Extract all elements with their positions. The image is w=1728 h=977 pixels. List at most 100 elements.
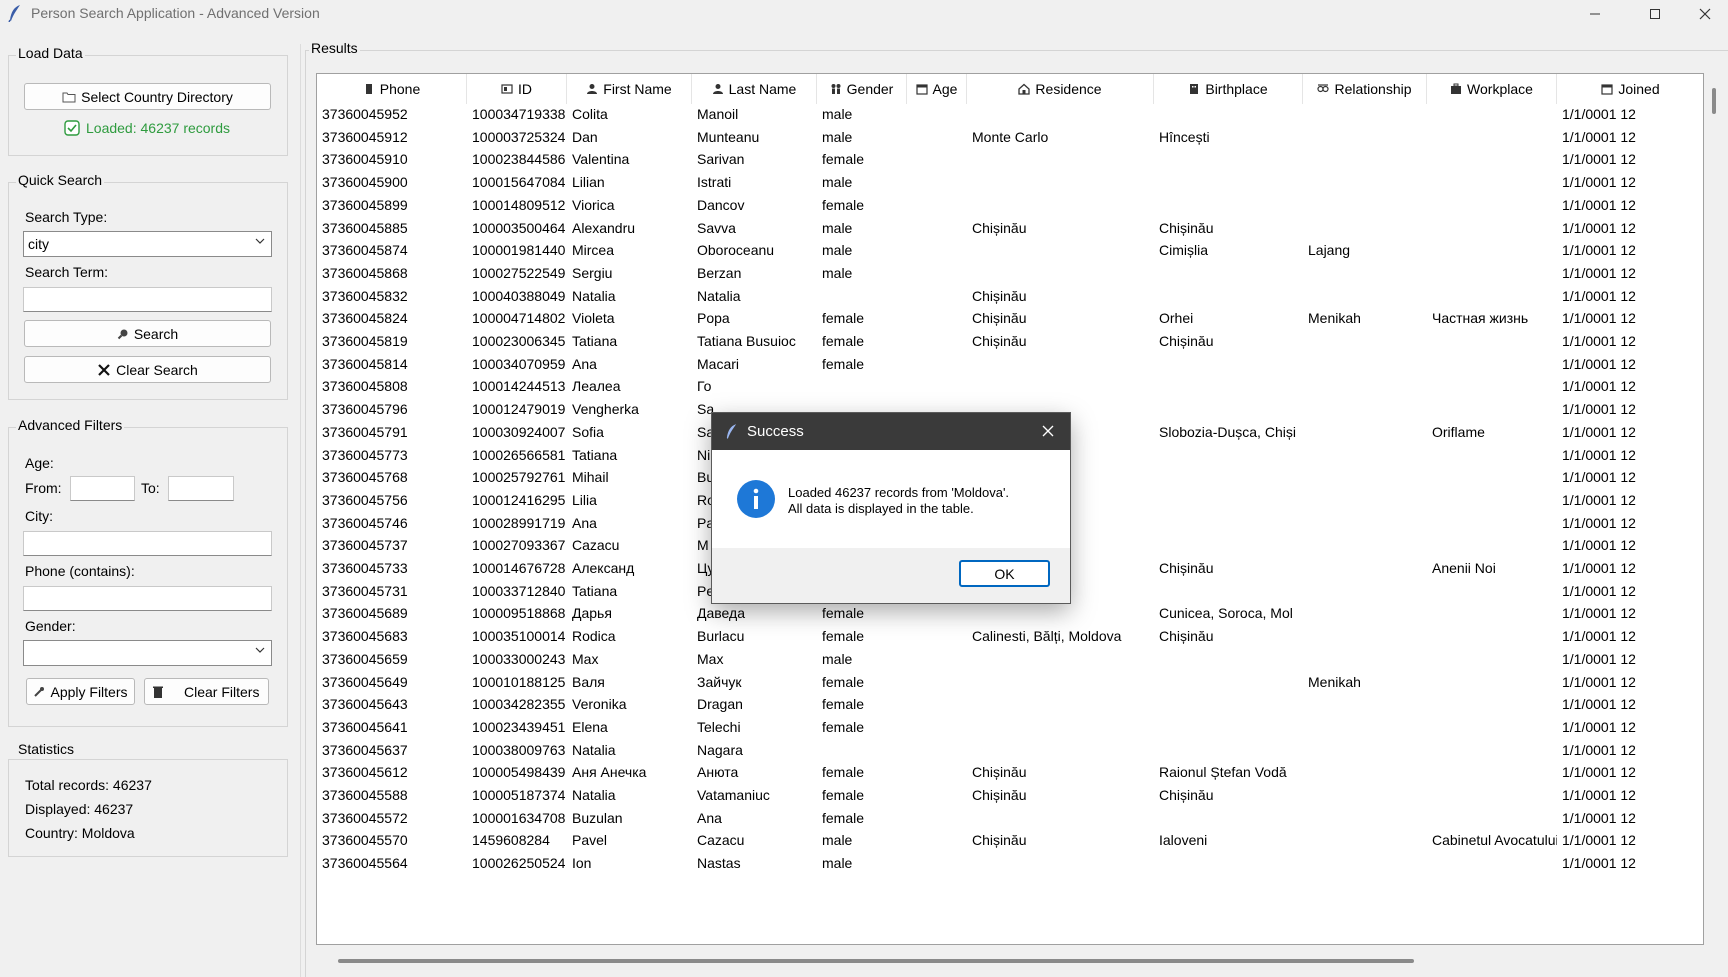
column-header-birthplace[interactable]: Birthplace (1154, 74, 1303, 104)
horizontal-scrollbar[interactable] (338, 959, 1414, 963)
column-header-workplace[interactable]: Workplace (1427, 74, 1557, 104)
loaded-status-text: Loaded: 46237 records (86, 120, 230, 136)
column-header-relationship[interactable]: Relationship (1303, 74, 1427, 104)
close-icon (1042, 425, 1054, 437)
table-row[interactable]: 37360045637 100038009763 Natalia Nagara 1/1/… (317, 738, 1703, 763)
table-cell (1154, 670, 1303, 695)
table-cell: 37360045737 (322, 537, 408, 554)
age-from-input[interactable] (70, 476, 135, 501)
column-header-first-name[interactable]: First Name (567, 74, 692, 104)
apply-filters-button[interactable]: Apply Filters (26, 678, 135, 705)
table-row[interactable]: 37360045952 100034719338 Colita Manoil male 1… (317, 102, 1703, 127)
age-to-input[interactable] (168, 476, 234, 501)
dialog-close-button[interactable] (1036, 419, 1060, 443)
column-header-gender[interactable]: Gender (817, 74, 907, 104)
table-row[interactable]: 37360045832 100040388049 Natalia Natalia Chi… (317, 284, 1703, 309)
table-row[interactable]: 37360045588 100005187374 Natalia Vatamaniuc… (317, 783, 1703, 808)
table-row[interactable]: 37360045819 100023006345 Tatiana Tatiana Bu… (317, 329, 1703, 354)
table-cell: Sofia (572, 423, 604, 440)
table-cell: Macari (697, 355, 740, 372)
minimize-button[interactable] (1572, 0, 1618, 27)
table-cell: 100004714802 (472, 310, 566, 327)
table-row[interactable]: 37360045570 1459608284 Pavel Cazacu male Chiș… (317, 828, 1703, 853)
table-cell (1427, 533, 1557, 558)
vertical-scrollbar[interactable] (1712, 88, 1716, 114)
table-cell: 1/1/0001 12 (1562, 764, 1636, 781)
phone-input[interactable] (23, 586, 272, 611)
table-cell (907, 783, 967, 808)
table-row[interactable]: 37360045912 100003725324 Dan Munteanu male Mo… (317, 125, 1703, 150)
table-cell (1427, 465, 1557, 490)
column-header-age[interactable]: Age (907, 74, 967, 104)
select-country-button[interactable]: Select Country Directory (24, 83, 271, 110)
table-cell: 37360045824 (322, 310, 408, 327)
table-cell (1303, 329, 1427, 354)
table-row[interactable]: 37360045910 100023844586 Valentina Sarivan f… (317, 147, 1703, 172)
table-cell: Ana (697, 809, 722, 826)
table-cell (1154, 738, 1303, 763)
table-row[interactable]: 37360045808 100014244513 Леалеа Го 1/1/0001 … (317, 374, 1703, 399)
column-header-residence[interactable]: Residence (967, 74, 1154, 104)
table-row[interactable]: 37360045689 100009518868 Дарья Даведа female… (317, 601, 1703, 626)
table-row[interactable]: 37360045900 100015647084 Lilian Istrati male… (317, 170, 1703, 195)
table-cell: 37360045868 (322, 264, 408, 281)
table-cell: Леалеа (572, 378, 621, 395)
table-cell (1427, 579, 1557, 604)
table-cell (967, 806, 1154, 831)
table-row[interactable]: 37360045643 100034282355 Veronika Dragan fem… (317, 692, 1703, 717)
table-cell: 37360045588 (322, 787, 408, 803)
table-row[interactable]: 37360045649 100010188125 Валя Зайчук female M… (317, 670, 1703, 695)
column-header-last-name[interactable]: Last Name (692, 74, 817, 104)
feather-icon (726, 424, 737, 439)
table-cell (1303, 147, 1427, 172)
table-row[interactable]: 37360045814 100034070959 Ana Macari female 1/… (317, 352, 1703, 377)
table-row[interactable]: 37360045868 100027522549 Sergiu Berzan male 1… (317, 261, 1703, 286)
table-cell: 100023006345 (472, 333, 566, 349)
search-type-select[interactable]: city (23, 231, 272, 257)
clear-filters-button[interactable]: Clear Filters (144, 678, 269, 705)
table-row[interactable]: 37360045874 100001981440 Mircea Oboroceanu m… (317, 238, 1703, 263)
gender-select[interactable] (23, 640, 272, 666)
table-cell: Валя (572, 673, 605, 690)
table-row[interactable]: 37360045641 100023439451 Elena Telechi femal… (317, 715, 1703, 740)
search-icon (117, 329, 128, 339)
table-row[interactable]: 37360045659 100033000243 Max Max male 1/1/000… (317, 647, 1703, 672)
table-row[interactable]: 37360045564 100026250524 Ion Nastas male 1/1/… (317, 851, 1703, 876)
table-cell (1154, 715, 1303, 740)
table-cell (1303, 624, 1427, 649)
table-cell (1303, 828, 1427, 853)
trash-icon (153, 686, 163, 698)
column-header-joined[interactable]: Joined (1557, 74, 1703, 104)
dialog-message-line2: All data is displayed in the table. (788, 501, 974, 516)
table-cell: Vengherka (572, 401, 639, 418)
clear-search-button[interactable]: Clear Search (24, 356, 271, 383)
close-window-button[interactable] (1682, 0, 1728, 27)
table-cell: Menikah (1308, 673, 1361, 690)
table-cell: 100033712840 (472, 582, 566, 599)
city-input[interactable] (23, 531, 272, 556)
table-row[interactable]: 37360045612 100005498439 Аня Анечка Анюта fe… (317, 760, 1703, 785)
table-cell (1427, 624, 1557, 649)
table-row[interactable]: 37360045572 100001634708 Buzulan Ana female 1… (317, 806, 1703, 831)
search-button[interactable]: Search (24, 320, 271, 347)
table-row[interactable]: 37360045824 100004714802 Violeta Popa female… (317, 306, 1703, 331)
table-cell (1303, 284, 1427, 309)
table-cell: 37360045773 (322, 446, 408, 463)
table-cell: Ialoveni (1159, 832, 1208, 849)
table-cell: 1/1/0001 12 (1562, 446, 1636, 463)
table-cell (1427, 443, 1557, 468)
column-header-phone[interactable]: Phone (317, 74, 467, 104)
table-cell: female (822, 196, 865, 213)
table-cell (1154, 147, 1303, 172)
maximize-button[interactable] (1632, 0, 1678, 27)
search-term-input[interactable] (23, 287, 272, 312)
table-cell: 37360045731 (322, 582, 408, 599)
table-cell: 37360045572 (322, 809, 408, 826)
column-header-id[interactable]: ID (467, 74, 567, 104)
table-cell (1427, 715, 1557, 740)
ok-button[interactable]: OK (959, 560, 1050, 587)
table-row[interactable]: 37360045885 100003500464 Alexandru Savva mal… (317, 216, 1703, 241)
table-row[interactable]: 37360045899 100014809512 Viorica Dancov fema… (317, 193, 1703, 218)
table-row[interactable]: 37360045683 100035100014 Rodica Burlacu fema… (317, 624, 1703, 649)
table-cell (1427, 102, 1557, 127)
